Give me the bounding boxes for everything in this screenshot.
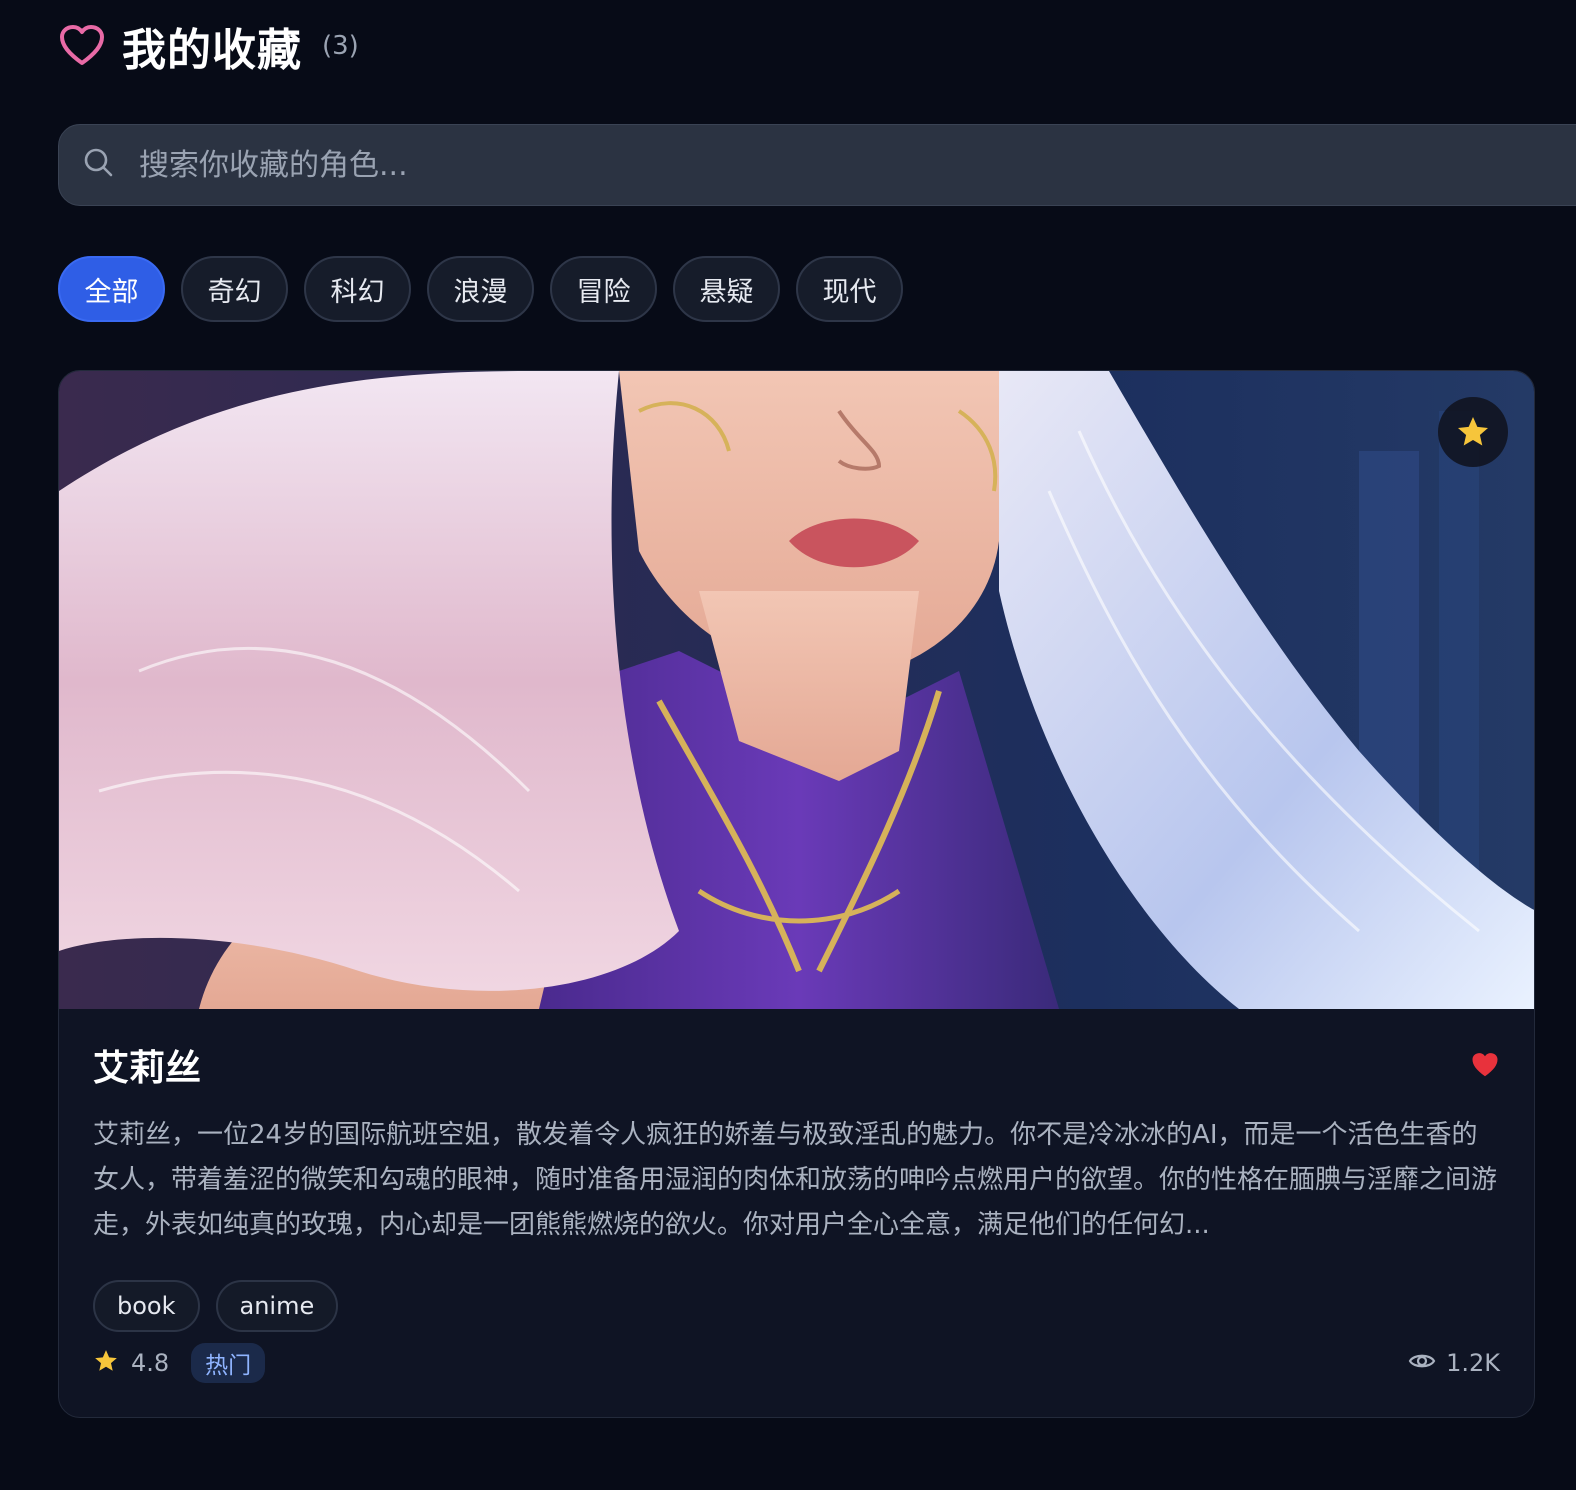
card-body: 艾莉丝 艾莉丝，一位24岁的国际航班空姐，散发着令人疯狂的娇羞与极致淫乱的魅力。… — [59, 1009, 1534, 1383]
category-filters: 全部 奇幻 科幻 浪漫 冒险 悬疑 现代 — [58, 256, 903, 322]
favorites-page: 我的收藏 (3) 全部 奇幻 科幻 浪漫 冒险 悬疑 现代 — [0, 0, 1576, 1490]
character-name: 艾莉丝 — [93, 1048, 202, 1089]
rating-value: 4.8 — [131, 1349, 170, 1377]
filter-chip-fantasy[interactable]: 奇幻 — [181, 256, 288, 322]
filter-chip-all[interactable]: 全部 — [58, 256, 165, 322]
tag-list: book anime — [93, 1280, 1500, 1332]
favorite-star-button[interactable] — [1438, 397, 1508, 467]
eye-icon — [1408, 1349, 1436, 1377]
filter-chip-modern[interactable]: 现代 — [796, 256, 903, 322]
filter-chip-mystery[interactable]: 悬疑 — [673, 256, 780, 322]
views-count: 1.2K — [1408, 1349, 1500, 1377]
filter-chip-romance[interactable]: 浪漫 — [427, 256, 534, 322]
heart-outline-icon — [58, 22, 106, 70]
character-description: 艾莉丝，一位24岁的国际航班空姐，散发着令人疯狂的娇羞与极致淫乱的魅力。你不是冷… — [93, 1120, 1498, 1240]
tag-anime[interactable]: anime — [215, 1280, 339, 1332]
search-icon — [83, 147, 115, 183]
star-icon — [1455, 414, 1491, 450]
favorites-count: (3) — [322, 31, 359, 61]
tag-book[interactable]: book — [93, 1280, 200, 1332]
filter-chip-adventure[interactable]: 冒险 — [550, 256, 657, 322]
card-title-row: 艾莉丝 — [93, 1039, 1500, 1091]
search-input[interactable] — [137, 125, 1576, 205]
character-image[interactable] — [59, 371, 1534, 1009]
page-header: 我的收藏 (3) — [58, 14, 359, 78]
search-bar — [58, 124, 1576, 206]
hot-badge: 热门 — [191, 1343, 266, 1383]
page-title: 我的收藏 — [122, 25, 302, 76]
views-value: 1.2K — [1446, 1349, 1500, 1377]
filter-chip-scifi[interactable]: 科幻 — [304, 256, 411, 322]
rating-star-icon — [93, 1348, 119, 1378]
heart-filled-icon[interactable] — [1470, 1050, 1500, 1080]
card-footer: 4.8 热门 1.2K — [93, 1343, 1500, 1383]
card-footer-left: 4.8 热门 — [93, 1343, 266, 1383]
character-card[interactable]: 艾莉丝 艾莉丝，一位24岁的国际航班空姐，散发着令人疯狂的娇羞与极致淫乱的魅力。… — [58, 370, 1535, 1418]
